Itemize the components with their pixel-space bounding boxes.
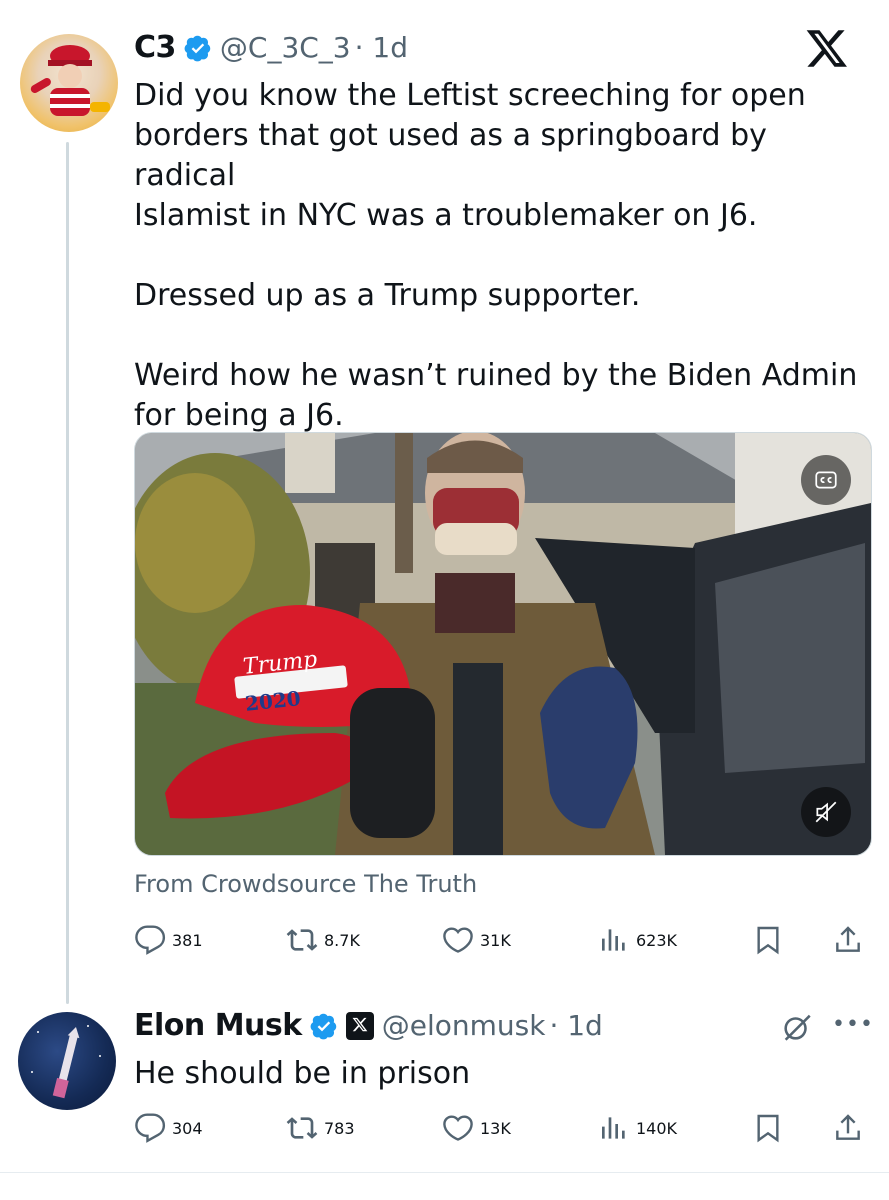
like-button[interactable]: 13K <box>442 1112 511 1144</box>
like-button[interactable]: 31K <box>442 924 511 956</box>
repost-button[interactable]: 8.7K <box>286 924 360 956</box>
views-icon <box>602 929 625 951</box>
tweet-text: Did you know the Leftist screeching for … <box>134 78 858 433</box>
share-icon <box>836 926 860 952</box>
cc-icon <box>815 471 837 489</box>
bookmark-button[interactable] <box>752 1112 784 1144</box>
like-count: 13K <box>480 1118 511 1138</box>
bookmark-icon <box>757 1114 779 1143</box>
author-handle[interactable]: @C_3C_3 <box>220 31 351 64</box>
verified-badge-icon <box>310 1012 338 1040</box>
bookmark-icon <box>757 926 779 955</box>
tweet-header: C3 @C_3C_3 · 1d <box>134 30 408 65</box>
reply-count: 381 <box>172 930 203 950</box>
x-logo-icon[interactable] <box>804 26 850 70</box>
reply-icon <box>135 1113 166 1143</box>
views-button[interactable]: 623K <box>598 924 677 956</box>
repost-button[interactable]: 783 <box>286 1112 355 1144</box>
views-icon <box>602 1117 625 1139</box>
muted-speaker-icon <box>815 801 837 823</box>
timestamp[interactable]: · 1d <box>355 31 408 64</box>
views-button[interactable]: 140K <box>598 1112 677 1144</box>
verified-badge-icon <box>184 34 212 62</box>
reply-button[interactable]: 381 <box>134 924 203 956</box>
reply-icon <box>135 925 166 955</box>
share-button[interactable] <box>832 924 864 956</box>
video-media[interactable]: Trump 2020 <box>134 432 872 856</box>
views-count: 140K <box>636 1118 678 1138</box>
media-source-label[interactable]: From Crowdsource The Truth <box>134 870 477 898</box>
author-handle[interactable]: @elonmusk <box>382 1009 546 1042</box>
reply-count: 304 <box>172 1118 203 1138</box>
share-button[interactable] <box>832 1112 864 1144</box>
share-icon <box>836 1114 860 1140</box>
divider <box>0 1172 889 1173</box>
bookmark-button[interactable] <box>752 924 784 956</box>
repost-count: 783 <box>324 1118 355 1138</box>
more-options-icon[interactable]: ••• <box>832 1012 874 1037</box>
repost-icon <box>286 929 318 951</box>
heart-icon <box>443 927 473 953</box>
author-name[interactable]: Elon Musk <box>134 1008 302 1043</box>
affiliate-x-badge-icon <box>345 1011 374 1040</box>
repost-icon <box>286 1117 318 1139</box>
thread-line <box>66 142 69 1004</box>
like-count: 31K <box>480 930 511 950</box>
repost-count: 8.7K <box>324 930 360 950</box>
closed-captions-button[interactable] <box>801 455 851 505</box>
avatar[interactable] <box>18 1012 116 1110</box>
views-count: 623K <box>636 930 678 950</box>
reply-button[interactable]: 304 <box>134 1112 203 1144</box>
grok-icon[interactable] <box>780 1010 814 1044</box>
tweet-header: Elon Musk @elonmusk · 1d <box>134 1008 603 1043</box>
mute-button[interactable] <box>801 787 851 837</box>
avatar[interactable] <box>20 34 118 132</box>
heart-icon <box>443 1115 473 1141</box>
timestamp[interactable]: · 1d <box>549 1009 602 1042</box>
author-name[interactable]: C3 <box>134 30 176 65</box>
tweet-text: He should be in prison <box>134 1056 471 1091</box>
